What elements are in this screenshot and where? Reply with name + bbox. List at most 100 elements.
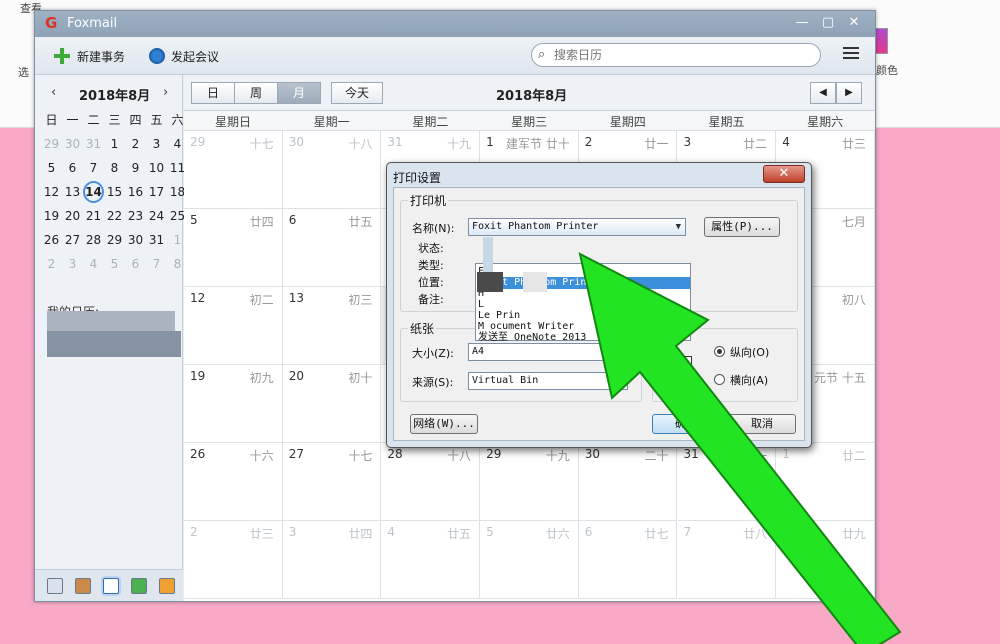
paper-source-select[interactable]: Virtual Bin ▼ bbox=[468, 372, 628, 390]
mini-calendar-day[interactable]: 31 bbox=[83, 133, 104, 155]
mini-calendar-day[interactable]: 1 bbox=[104, 133, 125, 155]
calendar-day-cell[interactable]: 30 十八 bbox=[282, 131, 382, 209]
color-swatch-icon[interactable] bbox=[874, 28, 888, 54]
view-month-button[interactable]: 月 bbox=[277, 82, 321, 104]
portrait-radio[interactable] bbox=[714, 346, 725, 357]
mini-calendar-day[interactable]: 2 bbox=[41, 253, 62, 275]
mini-calendar-day[interactable]: 21 bbox=[83, 205, 104, 227]
calendar-icon[interactable] bbox=[103, 578, 119, 594]
landscape-radio[interactable] bbox=[714, 374, 725, 385]
calendar-day-cell[interactable]: 27 十七 bbox=[282, 443, 382, 521]
printer-option[interactable]: 发送至 OneNote 2013 bbox=[478, 332, 690, 344]
calendar-day-cell[interactable]: 20 初十 bbox=[282, 365, 382, 443]
mini-calendar-day[interactable]: 28 bbox=[83, 229, 104, 251]
mini-calendar-day[interactable]: 30 bbox=[125, 229, 146, 251]
calendar-day-cell[interactable]: 5 廿四 bbox=[184, 209, 283, 287]
paper-size-select[interactable]: A4 ▼ bbox=[468, 343, 628, 361]
properties-button[interactable]: 属性(P)... bbox=[704, 217, 780, 237]
calendar-day-cell[interactable]: 6 廿七 bbox=[578, 521, 678, 599]
lunar-date: 初十 bbox=[348, 371, 373, 385]
view-day-button[interactable]: 日 bbox=[191, 82, 235, 104]
mini-calendar-day[interactable]: 6 bbox=[125, 253, 146, 275]
ok-button[interactable]: 确定 bbox=[652, 414, 720, 434]
calendar-day-cell[interactable]: 31 廿一 bbox=[677, 443, 777, 521]
new-event-button[interactable]: 新建事务 bbox=[53, 45, 125, 67]
mini-calendar-day[interactable]: 26 bbox=[41, 229, 62, 251]
calendar-day-cell[interactable]: 6 廿五 bbox=[282, 209, 382, 287]
redacted-calendar-item[interactable] bbox=[47, 311, 175, 331]
mini-calendar-day[interactable]: 3 bbox=[62, 253, 83, 275]
calendar-day-cell[interactable]: 2 廿三 bbox=[184, 521, 283, 599]
lunar-date: 廿八 bbox=[743, 527, 768, 541]
calendar-day-cell[interactable]: 30 二十 bbox=[578, 443, 678, 521]
close-button[interactable]: ✕ bbox=[845, 15, 863, 31]
calendar-day-cell[interactable]: 8 廿九 bbox=[776, 521, 875, 599]
redacted-calendar-item[interactable] bbox=[47, 331, 181, 357]
mini-calendar-days: 29 30 31 1 2 3 4 5 6 7 8 9 10 11 12 13 14 15 16 17 18 19 20 21 2… bbox=[41, 133, 185, 275]
calendar-day-cell[interactable]: 26 十六 bbox=[184, 443, 283, 521]
mini-calendar-day[interactable]: 4 bbox=[83, 253, 104, 275]
mini-calendar-day[interactable]: 5 bbox=[104, 253, 125, 275]
mini-calendar-day[interactable]: 30 bbox=[62, 133, 83, 155]
search-box[interactable]: ⌕ bbox=[531, 43, 821, 67]
search-input[interactable] bbox=[554, 46, 804, 64]
view-week-button[interactable]: 周 bbox=[234, 82, 278, 104]
mini-calendar-day[interactable]: 2 bbox=[125, 133, 146, 155]
mini-calendar-day[interactable]: 22 bbox=[104, 205, 125, 227]
mini-calendar-day[interactable]: 3 bbox=[146, 133, 167, 155]
calendar-day-cell[interactable]: 7 廿八 bbox=[677, 521, 777, 599]
mini-calendar-day[interactable]: 13 bbox=[62, 181, 83, 203]
notes-icon[interactable] bbox=[131, 578, 147, 594]
calendar-day-cell[interactable]: 19 初九 bbox=[184, 365, 283, 443]
calendar-day-cell[interactable]: 5 廿六 bbox=[480, 521, 579, 599]
day-number: 20 bbox=[288, 369, 304, 383]
mini-prev-month-button[interactable]: ‹ bbox=[51, 85, 56, 100]
calendar-day-cell[interactable]: 3 廿四 bbox=[282, 521, 382, 599]
mini-next-month-button[interactable]: › bbox=[163, 85, 168, 100]
calendar-day-cell[interactable]: 12 初二 bbox=[184, 287, 283, 365]
calendar-day-cell[interactable]: 28 十八 bbox=[381, 443, 481, 521]
lunar-date: 十八 bbox=[447, 449, 472, 463]
contacts-icon[interactable] bbox=[75, 578, 91, 594]
background-label-left: 选 bbox=[18, 66, 29, 79]
rss-icon[interactable] bbox=[159, 578, 175, 594]
mini-calendar-day[interactable]: 6 bbox=[62, 157, 83, 179]
dialog-close-button[interactable]: ✕ bbox=[763, 165, 805, 183]
mini-calendar-day[interactable]: 16 bbox=[125, 181, 146, 203]
mini-calendar-day[interactable]: 7 bbox=[146, 253, 167, 275]
mini-calendar-day[interactable]: 23 bbox=[125, 205, 146, 227]
mail-icon[interactable] bbox=[47, 578, 63, 594]
menu-icon[interactable] bbox=[843, 47, 859, 61]
calendar-day-cell[interactable]: 4 廿五 bbox=[381, 521, 481, 599]
mini-calendar-day[interactable]: 8 bbox=[104, 157, 125, 179]
calendar-day-cell[interactable]: 29 十九 bbox=[480, 443, 579, 521]
new-meeting-button[interactable]: 发起会议 bbox=[149, 45, 219, 67]
mini-calendar-day[interactable]: 7 bbox=[83, 157, 104, 179]
calendar-day-cell[interactable]: 13 初三 bbox=[282, 287, 382, 365]
mini-calendar-day[interactable]: 17 bbox=[146, 181, 167, 203]
mini-calendar-day[interactable]: 9 bbox=[125, 157, 146, 179]
title-bar[interactable]: G Foxmail — ▢ ✕ bbox=[35, 11, 875, 37]
prev-month-button[interactable]: ◀ bbox=[810, 82, 836, 104]
mini-calendar-day[interactable]: 19 bbox=[41, 205, 62, 227]
cancel-button[interactable]: 取消 bbox=[728, 414, 796, 434]
today-button[interactable]: 今天 bbox=[331, 82, 383, 104]
mini-calendar-day[interactable]: 5 bbox=[41, 157, 62, 179]
mini-calendar-day[interactable]: 24 bbox=[146, 205, 167, 227]
mini-calendar-day[interactable]: 31 bbox=[146, 229, 167, 251]
mini-calendar-day[interactable]: 20 bbox=[62, 205, 83, 227]
mini-calendar-day[interactable]: 29 bbox=[104, 229, 125, 251]
mini-calendar-day[interactable]: 10 bbox=[146, 157, 167, 179]
mini-calendar-day[interactable]: 15 bbox=[104, 181, 125, 203]
minimize-button[interactable]: — bbox=[793, 15, 811, 31]
printer-name-select[interactable]: Foxit Phantom Printer ▼ bbox=[468, 218, 686, 236]
calendar-day-cell[interactable]: 29 十七 bbox=[184, 131, 283, 209]
mini-calendar-day[interactable]: 12 bbox=[41, 181, 62, 203]
mini-calendar-day[interactable]: 27 bbox=[62, 229, 83, 251]
mini-calendar-day[interactable]: 14 bbox=[83, 181, 104, 203]
maximize-button[interactable]: ▢ bbox=[819, 15, 837, 31]
mini-calendar-day[interactable]: 29 bbox=[41, 133, 62, 155]
network-button[interactable]: 网络(W)... bbox=[410, 414, 478, 434]
next-month-button[interactable]: ▶ bbox=[836, 82, 862, 104]
calendar-day-cell[interactable]: 1 廿二 bbox=[776, 443, 875, 521]
